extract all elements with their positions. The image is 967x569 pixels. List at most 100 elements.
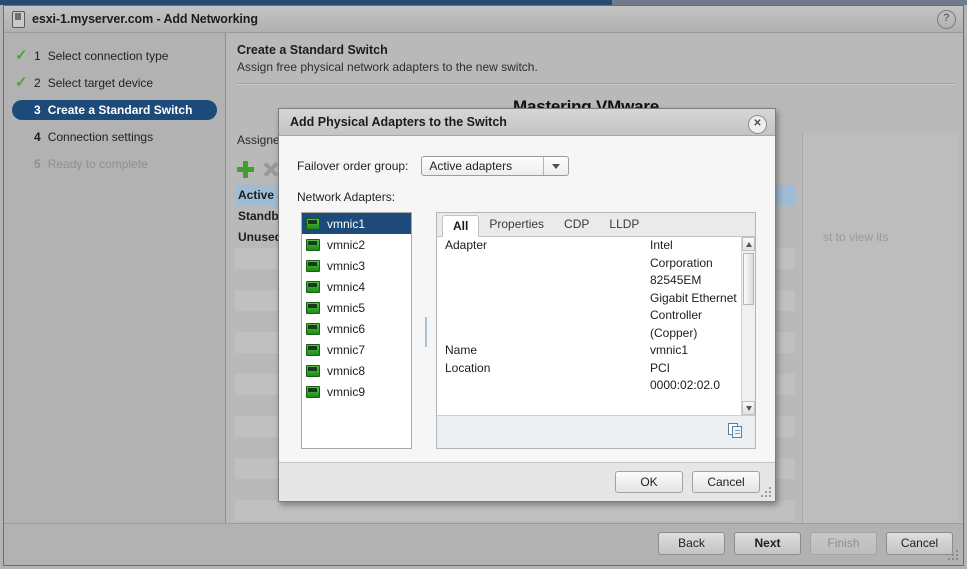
chevron-down-icon[interactable] xyxy=(543,157,568,175)
failover-order-group-select[interactable]: Active adapters xyxy=(421,156,570,176)
next-button[interactable]: Next xyxy=(734,532,801,555)
ok-button[interactable]: OK xyxy=(615,471,683,493)
list-item-label: vmnic2 xyxy=(327,237,366,252)
list-item-label: vmnic8 xyxy=(327,363,366,378)
list-item[interactable]: vmnic9 xyxy=(302,381,411,402)
dialog-body: Failover order group: Active adapters Ne… xyxy=(279,136,775,465)
adapters-toolbar xyxy=(237,161,278,178)
step-label: Select connection type xyxy=(47,49,169,63)
nic-icon xyxy=(306,343,320,356)
content-header: Create a Standard Switch Assign free phy… xyxy=(227,33,963,74)
network-adapters-label: Network Adapters: xyxy=(297,190,396,204)
scrollbar-thumb[interactable] xyxy=(743,253,754,305)
panel-splitter[interactable] xyxy=(421,212,431,449)
list-item-label: vmnic4 xyxy=(327,279,366,294)
step-number: 1 xyxy=(34,49,41,63)
tab-properties[interactable]: Properties xyxy=(479,214,554,236)
nic-icon xyxy=(306,385,320,398)
nic-icon xyxy=(306,280,320,293)
list-item[interactable]: vmnic2 xyxy=(302,234,411,255)
detail-row-location: Location PCI 0000:02:02.0 xyxy=(437,360,755,395)
nic-icon xyxy=(306,301,320,314)
list-item[interactable]: vmnic4 xyxy=(302,276,411,297)
close-icon[interactable]: ✕ xyxy=(748,115,767,134)
step-number: 3 xyxy=(34,103,41,117)
list-item[interactable]: vmnic5 xyxy=(302,297,411,318)
window-title: esxi-1.myserver.com - Add Networking xyxy=(32,12,258,26)
list-item-label: vmnic7 xyxy=(327,342,366,357)
detail-tabs: All Properties CDP LLDP xyxy=(437,213,755,237)
step-number: 5 xyxy=(34,157,41,171)
dialog-titlebar: Add Physical Adapters to the Switch xyxy=(279,109,775,136)
tab-cdp[interactable]: CDP xyxy=(554,214,599,236)
header-divider xyxy=(236,83,955,85)
list-item-label: vmnic1 xyxy=(327,216,366,231)
nic-icon xyxy=(306,217,320,230)
step-label: Create a Standard Switch xyxy=(47,103,193,117)
failover-order-group-row: Failover order group: Active adapters xyxy=(297,156,570,176)
list-item[interactable]: vmnic8 xyxy=(302,360,411,381)
finish-button: Finish xyxy=(810,532,877,555)
server-icon xyxy=(12,10,25,28)
network-adapters-list[interactable]: vmnic1 vmnic2 vmnic3 vmnic4 vmnic5 vmnic… xyxy=(301,212,412,449)
cancel-button[interactable]: Cancel xyxy=(886,532,953,555)
sidebar-item-select-connection-type[interactable]: ✓ 1 Select connection type xyxy=(12,46,217,66)
list-item[interactable]: vmnic7 xyxy=(302,339,411,360)
step-number: 2 xyxy=(34,76,41,90)
sidebar-item-select-target-device[interactable]: ✓ 2 Select target device xyxy=(12,73,217,93)
failover-order-group-label: Failover order group: xyxy=(297,159,409,173)
resize-grip[interactable] xyxy=(948,550,960,562)
list-item[interactable]: vmnic6 xyxy=(302,318,411,339)
step-label: Ready to complete xyxy=(47,157,148,171)
step-number: 4 xyxy=(34,130,41,144)
detail-row-adapter: Adapter Intel Corporation 82545EM Gigabi… xyxy=(437,237,755,342)
list-item-label: vmnic3 xyxy=(327,258,366,273)
nic-icon xyxy=(306,322,320,335)
detail-row-name: Name vmnic1 xyxy=(437,342,755,360)
list-item-label: vmnic9 xyxy=(327,384,366,399)
nic-icon xyxy=(306,238,320,251)
sidebar-item-create-standard-switch[interactable]: 3 Create a Standard Switch xyxy=(12,100,217,120)
wizard-footer: Back Next Finish Cancel xyxy=(4,523,963,565)
page-title: Create a Standard Switch xyxy=(237,43,388,57)
tab-lldp[interactable]: LLDP xyxy=(599,214,649,236)
scroll-down-icon[interactable] xyxy=(742,401,755,415)
help-icon[interactable]: ? xyxy=(937,10,956,29)
step-label: Select target device xyxy=(47,76,154,90)
sidebar-item-connection-settings[interactable]: 4 Connection settings xyxy=(12,127,217,147)
detail-value: PCI 0000:02:02.0 xyxy=(650,360,721,393)
list-item[interactable]: vmnic3 xyxy=(302,255,411,276)
dialog-title: Add Physical Adapters to the Switch xyxy=(290,115,507,129)
table-row-empty xyxy=(235,500,795,521)
detail-footer xyxy=(437,415,755,448)
step-label: Connection settings xyxy=(47,130,154,144)
tab-all[interactable]: All xyxy=(442,215,480,237)
detail-content: Adapter Intel Corporation 82545EM Gigabi… xyxy=(437,237,755,415)
adapter-detail-panel: All Properties CDP LLDP Adapter Intel Co… xyxy=(436,212,756,449)
nic-icon xyxy=(306,259,320,272)
detail-scrollbar[interactable] xyxy=(741,237,755,415)
scroll-up-icon[interactable] xyxy=(742,237,755,251)
list-item-label: vmnic5 xyxy=(327,300,366,315)
sidebar-item-ready-to-complete: 5 Ready to complete xyxy=(12,154,217,174)
adapter-details-side-panel xyxy=(802,133,958,535)
wizard-steps-sidebar: ✓ 1 Select connection type ✓ 2 Select ta… xyxy=(4,33,226,525)
remove-adapter-icon xyxy=(263,162,278,177)
add-physical-adapters-dialog: Add Physical Adapters to the Switch ✕ Fa… xyxy=(278,108,776,502)
dialog-resize-grip[interactable] xyxy=(761,487,772,498)
check-icon: ✓ xyxy=(15,47,28,64)
add-adapter-icon[interactable] xyxy=(237,161,254,178)
list-item-label: vmnic6 xyxy=(327,321,366,336)
copy-icon[interactable] xyxy=(728,423,743,439)
back-button[interactable]: Back xyxy=(658,532,725,555)
wizard-footer-buttons: Back Next Finish Cancel xyxy=(658,532,953,555)
check-icon: ✓ xyxy=(15,74,28,91)
dialog-cancel-button[interactable]: Cancel xyxy=(692,471,760,493)
list-item[interactable]: vmnic1 xyxy=(302,213,411,234)
detail-value: Intel Corporation 82545EM Gigabit Ethern… xyxy=(650,238,737,340)
detail-key: Adapter xyxy=(445,238,488,252)
dialog-footer-buttons: OK Cancel xyxy=(615,471,760,493)
dialog-footer: OK Cancel xyxy=(279,462,775,501)
nic-icon xyxy=(306,364,320,377)
detail-key: Location xyxy=(445,360,491,375)
